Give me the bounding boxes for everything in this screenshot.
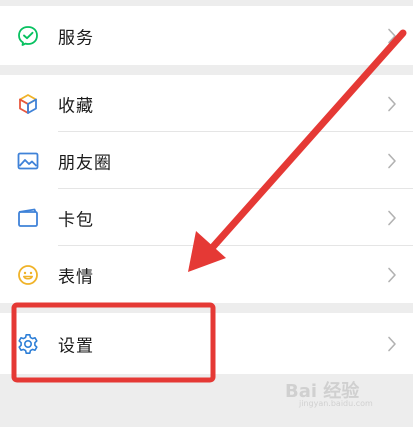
chevron-right-icon [387, 267, 397, 283]
chevron-right-icon [387, 210, 397, 226]
menu-item-label: 卡包 [58, 210, 94, 230]
picture-icon [16, 149, 40, 173]
cube-icon [16, 92, 40, 116]
chevron-right-icon [387, 96, 397, 112]
gear-icon [16, 332, 40, 356]
watermark-url: jingyan.baidu.com [299, 399, 373, 408]
chevron-right-icon [387, 28, 397, 44]
menu-item-label: 朋友圈 [58, 153, 112, 173]
menu-item-favorites[interactable]: 收藏 [0, 75, 413, 132]
menu-item-settings[interactable]: 设置 [0, 313, 413, 374]
check-circle-icon [16, 24, 40, 48]
card-icon [16, 206, 40, 230]
menu-item-stickers[interactable]: 表情 [0, 246, 413, 303]
menu-item-label: 设置 [58, 336, 94, 356]
menu-item-moments[interactable]: 朋友圈 [0, 132, 413, 189]
menu-item-service[interactable]: 服务 [0, 6, 413, 65]
menu-item-label: 收藏 [58, 96, 94, 116]
chevron-right-icon [387, 336, 397, 352]
menu-item-label: 表情 [58, 267, 94, 287]
watermark-logo: Bai 经验 jingyan.baidu.com [285, 375, 385, 411]
menu-item-label: 服务 [58, 28, 94, 48]
smiley-icon [16, 263, 40, 287]
chevron-right-icon [387, 153, 397, 169]
menu-item-cards[interactable]: 卡包 [0, 189, 413, 246]
wechat-me-screen: 服务 收藏 朋友圈 卡包 表情 设置 Bai 经验 jingyan.baidu.… [0, 0, 413, 427]
